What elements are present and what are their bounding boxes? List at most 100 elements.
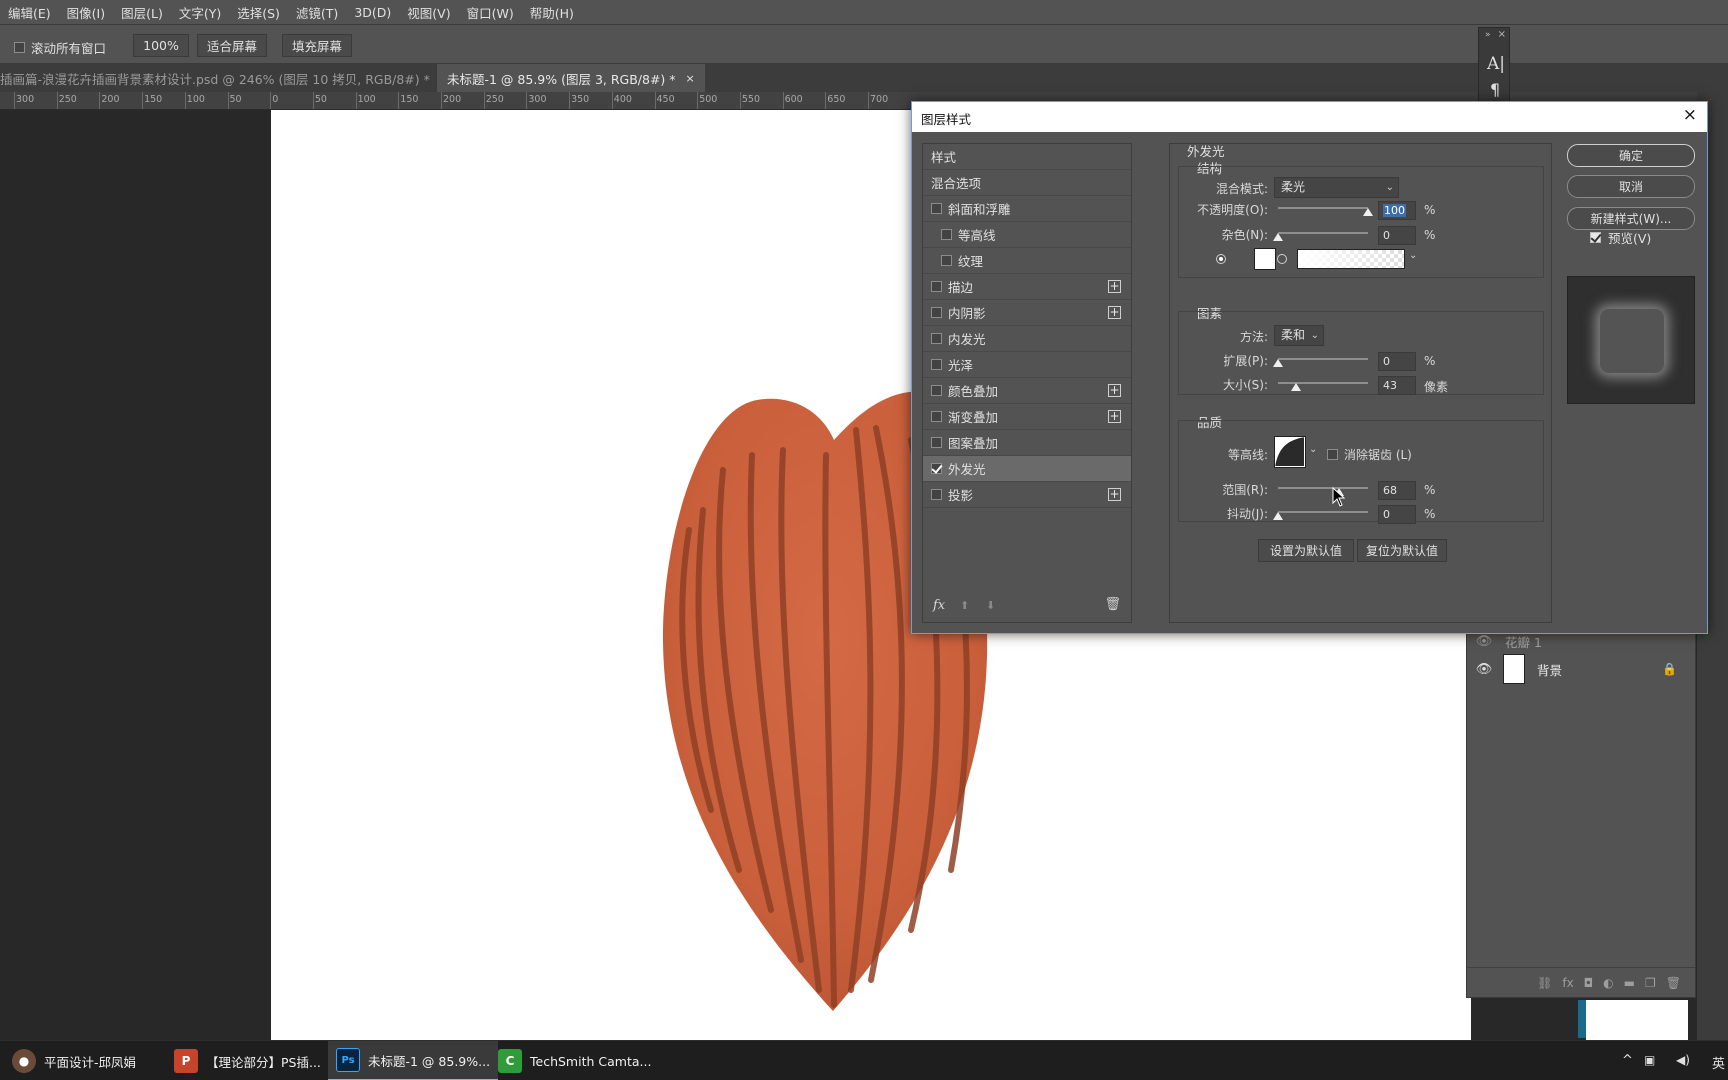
zoom-100-button[interactable]: 100% (133, 34, 189, 57)
style-checkbox[interactable] (931, 411, 942, 422)
style-item[interactable]: 描边 + (923, 274, 1131, 300)
paragraph-panel-icon[interactable]: ¶ (1490, 80, 1500, 99)
glow-gradient-picker[interactable] (1297, 249, 1405, 269)
menu-item[interactable]: 窗口(W) (459, 3, 522, 22)
style-item[interactable]: 内阴影 + (923, 300, 1131, 326)
menu-item[interactable]: 选择(S) (229, 3, 288, 22)
blend-mode-select[interactable]: 柔光 ⌄ (1274, 177, 1399, 198)
folder-icon[interactable]: ▬ (1624, 976, 1635, 990)
taskbar-item-chat[interactable]: ● 平面设计-邱凤娟 (4, 1041, 144, 1080)
move-up-icon[interactable]: ⬆ (960, 599, 969, 612)
input-method-indicator[interactable]: 英 (1712, 1053, 1725, 1072)
style-item[interactable]: 投影 + (923, 482, 1131, 508)
menu-item[interactable]: 编辑(E) (0, 3, 59, 22)
style-checkbox[interactable] (941, 229, 952, 240)
opacity-slider-thumb[interactable] (1363, 208, 1373, 216)
style-checkbox[interactable] (931, 307, 942, 318)
style-checkbox[interactable] (931, 437, 942, 448)
fx-icon[interactable]: fx (933, 598, 945, 613)
technique-select[interactable]: 柔和 ⌄ (1274, 325, 1324, 346)
noise-slider-thumb[interactable] (1273, 233, 1283, 241)
size-slider-thumb[interactable] (1291, 383, 1301, 391)
style-item[interactable]: 纹理 (923, 248, 1131, 274)
gradient-radio[interactable] (1277, 254, 1287, 264)
style-checkbox[interactable] (941, 255, 952, 266)
fill-screen-button[interactable]: 填充屏幕 (282, 34, 352, 57)
preview-checkbox[interactable]: 预览(V) (1590, 228, 1651, 247)
style-checkbox[interactable] (931, 203, 942, 214)
dialog-title-bar[interactable]: 图层样式 × (912, 102, 1707, 132)
style-checkbox[interactable] (931, 281, 942, 292)
menu-item[interactable]: 视图(V) (399, 3, 458, 22)
close-icon[interactable]: × (686, 72, 695, 85)
cancel-button[interactable]: 取消 (1567, 175, 1695, 198)
tab-psd-document[interactable]: 插画篇-浪漫花卉插画背景素材设计.psd @ 246% (图层 10 拷贝, R… (0, 64, 460, 92)
adjustment-icon[interactable]: ◐ (1603, 976, 1613, 990)
opacity-slider-track[interactable] (1278, 207, 1368, 209)
style-item[interactable]: 内发光 (923, 326, 1131, 352)
link-icon[interactable]: ⛓ (1537, 976, 1552, 990)
anti-alias-checkbox[interactable]: 消除锯齿 (L) (1327, 446, 1412, 463)
taskbar-item-photoshop[interactable]: Ps 未标题-1 @ 85.9%... (328, 1041, 499, 1080)
spread-slider-track[interactable] (1278, 358, 1368, 360)
style-item[interactable]: 等高线 (923, 222, 1131, 248)
menu-item[interactable]: 3D(D) (346, 5, 399, 20)
move-down-icon[interactable]: ⬇ (986, 599, 995, 612)
style-item[interactable]: 渐变叠加 + (923, 404, 1131, 430)
menu-item[interactable]: 文字(Y) (171, 3, 229, 22)
size-input[interactable]: 43 (1378, 376, 1416, 395)
style-checkbox[interactable] (931, 359, 942, 370)
noise-slider-track[interactable] (1278, 232, 1368, 234)
chevron-down-icon[interactable]: ⌄ (1409, 250, 1417, 261)
spread-input[interactable]: 0 (1378, 352, 1416, 371)
close-icon[interactable]: × (1683, 105, 1697, 125)
menu-item[interactable]: 滤镜(T) (288, 3, 346, 22)
menu-item[interactable]: 帮助(H) (522, 3, 582, 22)
menu-item[interactable]: 图像(I) (59, 3, 113, 22)
style-item[interactable]: 斜面和浮雕 (923, 196, 1131, 222)
color-radio[interactable] (1216, 254, 1226, 264)
blending-options-item[interactable]: 混合选项 (923, 170, 1131, 196)
jitter-slider-track[interactable] (1278, 511, 1368, 513)
ok-button[interactable]: 确定 (1567, 144, 1695, 167)
opacity-input[interactable]: 100 (1378, 201, 1416, 220)
style-item[interactable]: 颜色叠加 + (923, 378, 1131, 404)
jitter-input[interactable]: 0 (1378, 505, 1416, 524)
layer-row-background[interactable]: 👁 背景 🔒 (1467, 649, 1695, 689)
eye-icon[interactable]: 👁 (1475, 634, 1493, 649)
contour-picker[interactable] (1274, 436, 1306, 468)
range-slider-track[interactable] (1278, 487, 1368, 489)
trash-icon[interactable]: 🗑 (1104, 597, 1121, 612)
add-icon[interactable]: + (1108, 488, 1121, 501)
add-icon[interactable]: + (1108, 384, 1121, 397)
tray-expand-icon[interactable]: ^ (1622, 1053, 1633, 1068)
style-checkbox[interactable] (931, 333, 942, 344)
style-checkbox[interactable] (931, 463, 942, 474)
style-checkbox[interactable] (931, 385, 942, 396)
taskbar-item-powerpoint[interactable]: P 【理论部分】PS插... (166, 1041, 329, 1080)
close-icon[interactable]: × (1498, 29, 1506, 40)
taskbar-item-camtasia[interactable]: C TechSmith Camta... (490, 1041, 659, 1080)
fit-screen-button[interactable]: 适合屏幕 (197, 34, 267, 57)
character-panel-icon[interactable]: A| (1487, 54, 1505, 74)
add-icon[interactable]: + (1108, 306, 1121, 319)
collapse-arrows-icon[interactable]: » (1485, 30, 1491, 40)
new-layer-icon[interactable]: ❐ (1645, 976, 1656, 990)
style-item[interactable]: 光泽 (923, 352, 1131, 378)
style-item[interactable]: 图案叠加 (923, 430, 1131, 456)
mask-icon[interactable]: ◘ (1584, 976, 1594, 990)
fx-icon[interactable]: fx (1562, 976, 1573, 990)
reset-default-button[interactable]: 复位为默认值 (1357, 539, 1447, 562)
range-input[interactable]: 68 (1378, 481, 1416, 500)
checkbox-box[interactable] (1590, 232, 1601, 243)
trash-icon[interactable]: 🗑 (1666, 976, 1681, 990)
spread-slider-thumb[interactable] (1273, 359, 1283, 367)
checkbox-box[interactable] (14, 42, 25, 53)
menu-item[interactable]: 图层(L) (113, 3, 171, 22)
volume-icon[interactable]: ◀) (1676, 1053, 1690, 1067)
scroll-all-windows-checkbox[interactable]: 滚动所有窗口 (14, 38, 106, 57)
style-item[interactable]: 外发光 (923, 456, 1131, 482)
add-icon[interactable]: + (1108, 410, 1121, 423)
add-icon[interactable]: + (1108, 280, 1121, 293)
new-style-button[interactable]: 新建样式(W)... (1567, 207, 1695, 230)
